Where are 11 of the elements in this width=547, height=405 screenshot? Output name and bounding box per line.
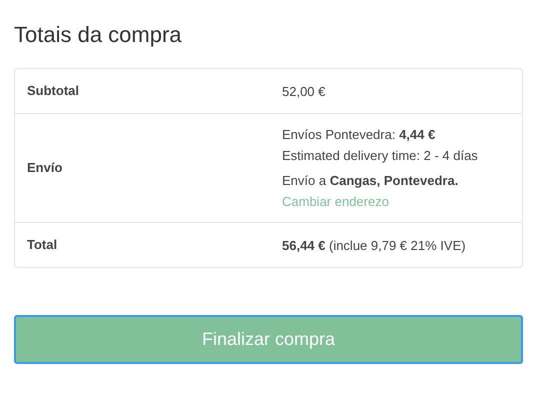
row-value: Estimated delivery time: 2 - 4 días — [282, 147, 478, 165]
row-label: Subtotal — [27, 83, 79, 98]
row-label: Envío — [27, 160, 62, 175]
row-value: 52,00 € — [282, 82, 326, 100]
change-address-link[interactable]: Cambiar enderezo — [282, 191, 478, 212]
checkout-button[interactable]: Finalizar compra — [14, 315, 523, 364]
row-label: Total — [27, 237, 58, 252]
row-value: 56,44 € (inclue 9,79 € 21% IVE) — [282, 236, 466, 255]
row-value: Envíos Pontevedra: 4,44 € — [282, 126, 436, 144]
row-value: Envío a Cangas, Pontevedra. — [282, 172, 460, 190]
section-heading: Totais da compra — [14, 21, 183, 49]
